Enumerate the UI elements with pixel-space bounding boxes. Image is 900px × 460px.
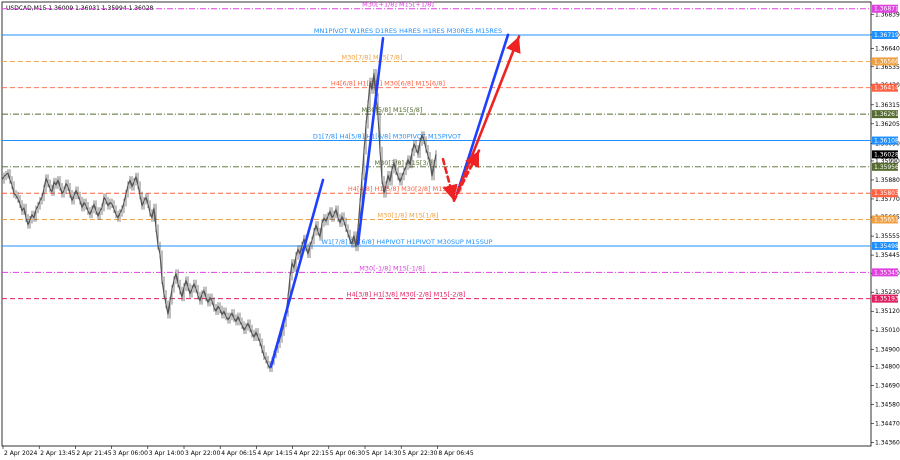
y-tick-label: 1.34360 — [875, 440, 900, 447]
usdcad-chart[interactable]: USDCAD,M15 1.36009 1.36031 1.35994 1.360… — [0, 0, 900, 460]
price-badge-label: 1.36414 — [874, 85, 899, 92]
price-badge-label: 1.36028 — [874, 151, 899, 158]
y-tick-label: 1.35010 — [875, 327, 900, 334]
x-tick-label: 3 Apr 06:00 — [113, 450, 148, 457]
y-tick-label: 1.36205 — [875, 121, 900, 128]
price-badge-label: 1.35193 — [874, 296, 899, 303]
price-badge-label: 1.36261 — [874, 111, 899, 118]
x-tick-label: 3 Apr 22:00 — [185, 450, 220, 457]
price-badge-label: 1.35803 — [874, 190, 899, 197]
level-label: H4[6/8] H1[7/8] M30[6/8] M15[6/8] — [331, 80, 445, 88]
y-tick-label: 1.35880 — [875, 177, 900, 184]
chart-root: USDCAD,M15 1.36009 1.36031 1.35994 1.360… — [0, 0, 900, 460]
y-tick-label: 1.35120 — [875, 308, 900, 315]
x-tick-label: 3 Apr 14:00 — [149, 450, 184, 457]
x-tick-label: 5 Apr 06:30 — [330, 450, 365, 457]
price-badge-label: 1.36566 — [874, 58, 899, 65]
x-tick-label: 4 Apr 06:15 — [221, 450, 256, 457]
x-tick-label: 8 Apr 06:45 — [438, 450, 473, 457]
level-label: MN1PIVOT W1RES D1RES H4RES H1RES M30RES … — [314, 27, 502, 35]
level-label: M30[7/8] M15[7/8] — [342, 53, 403, 61]
level-label: M30[3/8] M15[3/8] — [375, 159, 436, 167]
price-badge-label: 1.35345 — [874, 269, 899, 276]
level-label: D1[7/8] H4[5/8] H1[6/8] M30PIVOT M15PIVO… — [313, 133, 461, 141]
x-tick-label: 5 Apr 14:30 — [366, 450, 401, 457]
x-tick-label: 4 Apr 22:15 — [294, 450, 329, 457]
level-label: M30[+1/8] M15[+1/8] — [362, 1, 434, 9]
y-tick-label: 1.34470 — [875, 421, 900, 428]
x-tick-label: 2 Apr 21:45 — [76, 450, 111, 457]
price-badge-label: 1.35956 — [874, 164, 899, 171]
level-label: M30[5/8] M15[5/8] — [362, 106, 423, 114]
price-badge-label: 1.36719 — [874, 32, 899, 39]
price-badge-label: 1.35651 — [874, 217, 899, 224]
x-tick-label: 4 Apr 14:15 — [257, 450, 292, 457]
y-tick-label: 1.36315 — [875, 102, 900, 109]
x-tick-label: 2 Apr 13:45 — [40, 450, 75, 457]
price-badge-label: 1.35498 — [874, 243, 899, 250]
x-tick-label: 2 Apr 2024 — [4, 450, 37, 457]
y-tick-label: 1.35555 — [875, 233, 900, 240]
price-badge-label: 1.36871 — [874, 6, 899, 13]
level-label: H4[3/8] H1[3/8] M30[-2/8] M15[-2/8] — [347, 291, 466, 299]
plot-area — [1, 1, 872, 447]
x-axis: 2 Apr 2024 2 Apr 13:45 2 Apr 21:45 3 Apr 06… — [2, 446, 474, 457]
level-label: M30[-1/8] M15[-1/8] — [359, 264, 425, 272]
y-axis: 1.368391.367201.366401.365351.364301.363… — [871, 11, 900, 447]
level-label: M30[1/8] M15[1/8] — [378, 212, 439, 220]
y-tick-label: 1.34580 — [875, 402, 900, 409]
y-tick-label: 1.34690 — [875, 383, 900, 390]
x-tick-label: 5 Apr 22:30 — [402, 450, 437, 457]
y-tick-label: 1.34900 — [875, 346, 900, 353]
y-tick-label: 1.36640 — [875, 46, 900, 53]
y-tick-label: 1.34800 — [875, 364, 900, 371]
y-tick-label: 1.35445 — [875, 252, 900, 259]
level-label: W1[7/8] D1[6/8] H4PIVOT H1PIVOT M30SUP M… — [321, 238, 492, 246]
price-badge-label: 1.36108 — [874, 138, 899, 145]
